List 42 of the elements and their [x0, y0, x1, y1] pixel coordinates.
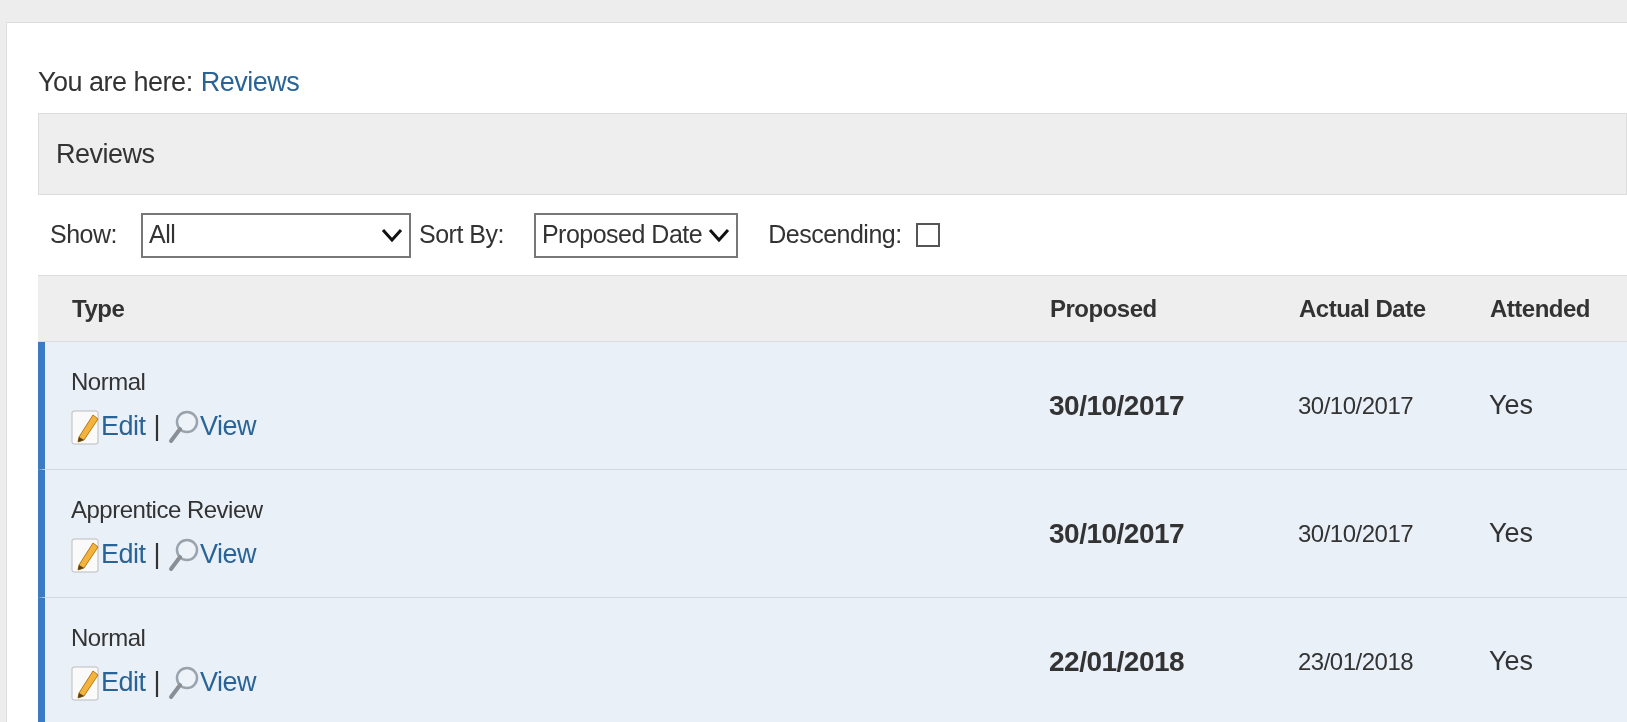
- edit-link[interactable]: Edit: [101, 406, 146, 447]
- review-type: Normal: [71, 623, 147, 654]
- pencil-icon: [71, 408, 101, 445]
- pencil-icon: [71, 664, 101, 701]
- review-type: Apprentice Review: [71, 495, 264, 526]
- link-separator: |: [153, 666, 161, 700]
- column-header: Attended: [1490, 293, 1590, 324]
- sort-label: Sort By:: [419, 219, 504, 251]
- view-link[interactable]: View: [200, 406, 257, 447]
- caret-icon: [708, 227, 731, 243]
- search-icon: [168, 408, 201, 445]
- review-type: Normal: [71, 367, 147, 398]
- panel-title: Reviews: [56, 137, 155, 171]
- column-header: Type: [72, 293, 126, 324]
- actual-date: 30/10/2017: [1298, 390, 1415, 421]
- actual-date: 23/01/2018: [1298, 646, 1415, 677]
- search-icon: [168, 664, 201, 701]
- proposed-date: 30/10/2017: [1049, 388, 1186, 423]
- pencil-icon: [71, 536, 101, 573]
- attended-value: Yes: [1489, 389, 1534, 423]
- column-header: Proposed: [1050, 293, 1158, 324]
- column-header: Actual Date: [1299, 293, 1427, 324]
- attended-value: Yes: [1489, 517, 1534, 551]
- show-label: Show:: [50, 219, 117, 251]
- breadcrumb-label: You are here:: [38, 66, 193, 99]
- view-link[interactable]: View: [200, 662, 257, 703]
- edit-link[interactable]: Edit: [101, 534, 146, 575]
- show-select[interactable]: All: [141, 212, 411, 258]
- search-icon: [168, 536, 201, 573]
- attended-value: Yes: [1489, 645, 1534, 679]
- view-link[interactable]: View: [200, 534, 257, 575]
- proposed-date: 30/10/2017: [1049, 516, 1186, 551]
- descending-label: Descending:: [768, 219, 902, 251]
- descending-checkbox[interactable]: [915, 223, 940, 247]
- link-separator: |: [153, 538, 161, 572]
- link-separator: |: [153, 410, 161, 444]
- actual-date: 30/10/2017: [1298, 518, 1415, 549]
- edit-link[interactable]: Edit: [101, 662, 146, 703]
- caret-icon: [381, 227, 403, 243]
- breadcrumb-link[interactable]: Reviews: [200, 65, 300, 99]
- proposed-date: 22/01/2018: [1049, 644, 1186, 679]
- sort-select[interactable]: Proposed Date: [533, 212, 739, 258]
